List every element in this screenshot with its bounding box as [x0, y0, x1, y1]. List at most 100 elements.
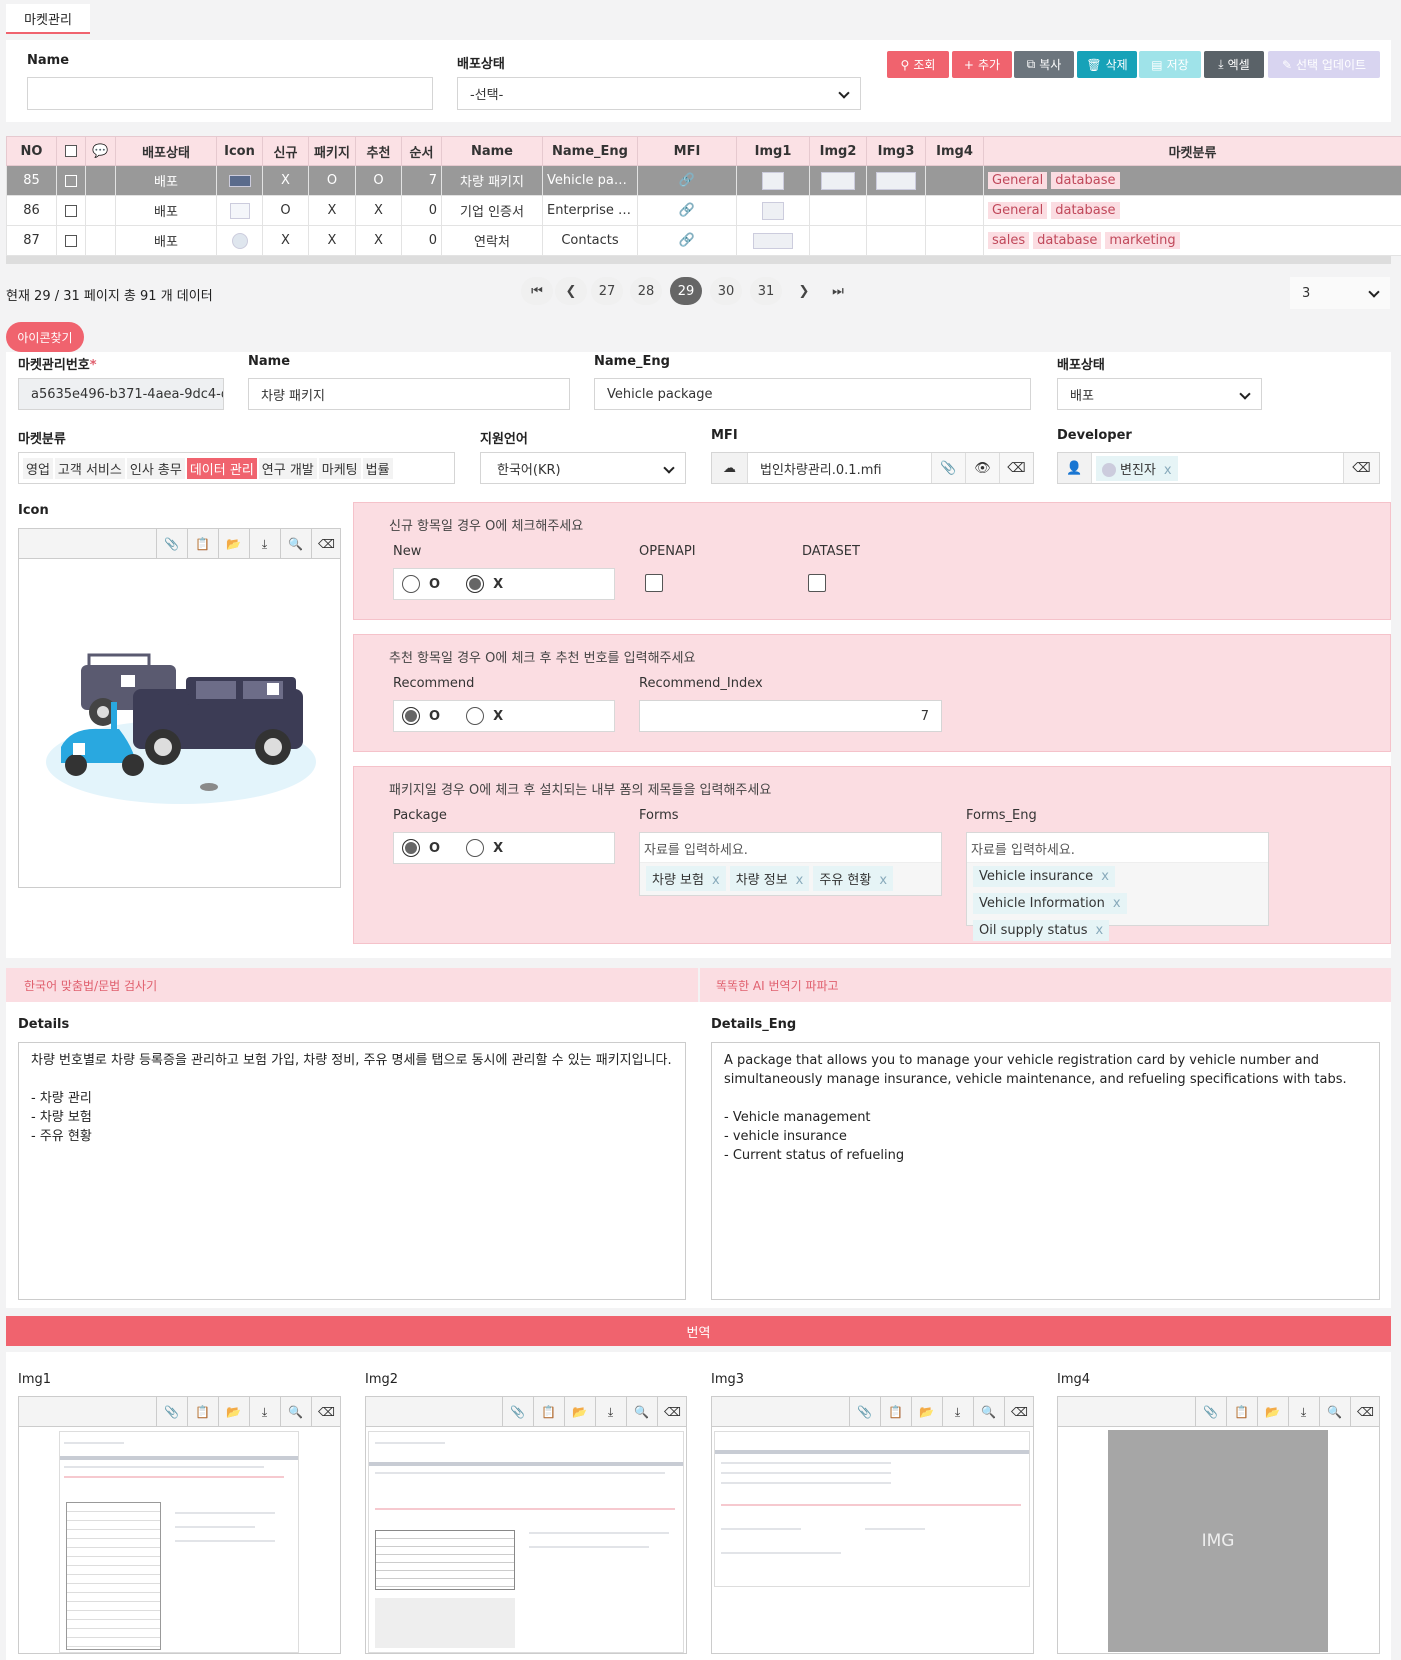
folder-open-icon[interactable]: 📂	[1257, 1397, 1287, 1427]
folder-open-icon[interactable]: 📂	[218, 529, 248, 559]
save-button[interactable]: ▤ 저장	[1139, 51, 1201, 78]
link-icon[interactable]: 🔗	[679, 233, 695, 248]
excel-button[interactable]: ⤓ 엑셀	[1204, 51, 1264, 78]
status-select[interactable]: 배포	[1057, 378, 1262, 410]
row-checkbox[interactable]	[65, 174, 77, 187]
page-27[interactable]: 27	[591, 277, 623, 305]
eraser-icon[interactable]: ⌫	[311, 1397, 341, 1427]
paste-icon[interactable]: 📋	[880, 1397, 910, 1427]
cell-checkbox[interactable]	[56, 225, 86, 256]
cloud-upload-icon[interactable]: ☁	[712, 453, 748, 483]
cell-mfi[interactable]: 🔗	[637, 165, 737, 196]
form-eng-chip[interactable]: Vehicle insurance x	[973, 866, 1115, 887]
cell-mfi[interactable]: 🔗	[637, 225, 737, 256]
cell-checkbox[interactable]	[56, 165, 86, 196]
form-chip[interactable]: 주유 현황 x	[813, 866, 894, 891]
spellcheck-link[interactable]: 한국어 맞춤법/문법 검사기	[6, 968, 698, 1002]
first-page-button[interactable]: ⏮	[521, 277, 553, 305]
page-size-select[interactable]: 3	[1290, 277, 1390, 309]
col-new[interactable]: 신규	[262, 136, 309, 166]
recommend-radio-o[interactable]	[402, 707, 420, 725]
col-img3[interactable]: Img3	[866, 136, 926, 166]
paperclip-icon[interactable]: 📎	[156, 529, 186, 559]
col-category[interactable]: 마켓분류	[983, 136, 1401, 166]
eraser-icon[interactable]: ⌫	[1004, 1397, 1034, 1427]
paste-icon[interactable]: 📋	[533, 1397, 563, 1427]
page-31[interactable]: 31	[750, 277, 782, 305]
paste-icon[interactable]: 📋	[187, 1397, 217, 1427]
eye-icon[interactable]: 👁	[965, 453, 999, 483]
col-mfi[interactable]: MFI	[637, 136, 737, 166]
table-row[interactable]: 85 배포 X O O 7 차량 패키지 Vehicle package 🔗 G…	[6, 165, 1401, 196]
recommend-index-input[interactable]: 7	[639, 700, 942, 732]
cell-checkbox[interactable]	[56, 195, 86, 226]
col-package[interactable]: 패키지	[308, 136, 356, 166]
new-radio-o[interactable]	[402, 575, 420, 593]
col-icon[interactable]: Icon	[216, 136, 263, 166]
form-eng-chip[interactable]: Vehicle Information x	[973, 893, 1127, 914]
table-horizontal-scrollbar[interactable]	[6, 256, 1391, 264]
category-selector[interactable]: 영업 고객 서비스 인사 총무 데이터 관리 연구 개발 마케팅 법률	[18, 452, 455, 484]
zoom-icon[interactable]: 🔍	[1319, 1397, 1349, 1427]
col-select-all[interactable]	[56, 136, 86, 166]
details-textarea[interactable]: 차량 번호별로 차량 등록증을 관리하고 보험 가입, 차량 정비, 주유 명세…	[18, 1042, 686, 1300]
next-page-button[interactable]: ❯	[788, 277, 820, 305]
eraser-icon[interactable]: ⌫	[311, 529, 341, 559]
new-radio-x[interactable]	[466, 575, 485, 593]
language-select[interactable]: 한국어(KR)	[480, 452, 686, 484]
prev-page-button[interactable]: ❮	[555, 277, 587, 305]
tab-market-management[interactable]: 마켓관리	[6, 4, 90, 34]
paperclip-icon[interactable]: 📎	[849, 1397, 879, 1427]
folder-open-icon[interactable]: 📂	[911, 1397, 941, 1427]
link-icon[interactable]: 🔗	[679, 203, 695, 218]
link-icon[interactable]: 🔗	[679, 173, 695, 188]
col-recommend[interactable]: 추천	[355, 136, 402, 166]
translate-button[interactable]: 번역	[6, 1316, 1391, 1346]
category-option[interactable]: 연구 개발	[258, 457, 317, 479]
col-no[interactable]: NO	[6, 136, 57, 166]
download-icon[interactable]: ⤓	[595, 1397, 625, 1427]
category-option[interactable]: 고객 서비스	[54, 457, 125, 479]
copy-button[interactable]: ⧉ 복사	[1014, 51, 1074, 78]
zoom-icon[interactable]: 🔍	[280, 1397, 310, 1427]
recommend-radio-x[interactable]	[466, 707, 485, 725]
download-icon[interactable]: ⤓	[249, 529, 279, 559]
table-row[interactable]: 86 배포 O X X 0 기업 인증서 Enterprise certific…	[6, 195, 1401, 226]
download-icon[interactable]: ⤓	[1288, 1397, 1318, 1427]
remove-icon[interactable]: x	[879, 873, 887, 888]
developer-chip[interactable]: 변진자 x	[1096, 455, 1178, 481]
delete-button[interactable]: 🗑 삭제	[1077, 51, 1137, 78]
zoom-icon[interactable]: 🔍	[280, 529, 310, 559]
user-icon[interactable]: 👤	[1058, 453, 1092, 483]
col-order[interactable]: 순서	[401, 136, 442, 166]
search-status-select[interactable]: -선택-	[457, 77, 861, 110]
forms-tag-input[interactable]: 자료를 입력하세요. 차량 보험 x 차량 정보 x 주유 현황 x	[639, 832, 942, 896]
form-eng-chip[interactable]: Oil supply status x	[973, 920, 1110, 941]
download-icon[interactable]: ⤓	[249, 1397, 279, 1427]
remove-icon[interactable]: x	[712, 873, 720, 888]
eraser-icon[interactable]: ⌫	[1350, 1397, 1380, 1427]
bulk-update-button[interactable]: ✎ 선택 업데이트	[1268, 51, 1380, 78]
paperclip-icon[interactable]: 📎	[156, 1397, 186, 1427]
name-field[interactable]: 차량 패키지	[248, 378, 570, 410]
eraser-icon[interactable]: ⌫	[999, 453, 1033, 483]
category-option[interactable]: 영업	[23, 457, 53, 479]
page-30[interactable]: 30	[710, 277, 742, 305]
col-img2[interactable]: Img2	[809, 136, 867, 166]
details-eng-textarea[interactable]: A package that allows you to manage your…	[711, 1042, 1380, 1300]
category-option-selected[interactable]: 데이터 관리	[186, 457, 257, 479]
icon-search-button[interactable]: 아이콘찾기	[6, 322, 84, 352]
package-radio-o[interactable]	[402, 839, 420, 857]
form-chip[interactable]: 차량 정보 x	[729, 866, 810, 891]
paste-icon[interactable]: 📋	[187, 529, 217, 559]
paperclip-icon[interactable]: 📎	[502, 1397, 532, 1427]
col-name[interactable]: Name	[441, 136, 543, 166]
form-chip[interactable]: 차량 보험 x	[646, 866, 726, 891]
col-img4[interactable]: Img4	[925, 136, 984, 166]
remove-icon[interactable]: x	[796, 873, 804, 888]
folder-open-icon[interactable]: 📂	[564, 1397, 594, 1427]
zoom-icon[interactable]: 🔍	[973, 1397, 1003, 1427]
select-all-checkbox[interactable]	[65, 145, 77, 157]
col-img1[interactable]: Img1	[736, 136, 810, 166]
category-option[interactable]: 마케팅	[318, 457, 361, 479]
